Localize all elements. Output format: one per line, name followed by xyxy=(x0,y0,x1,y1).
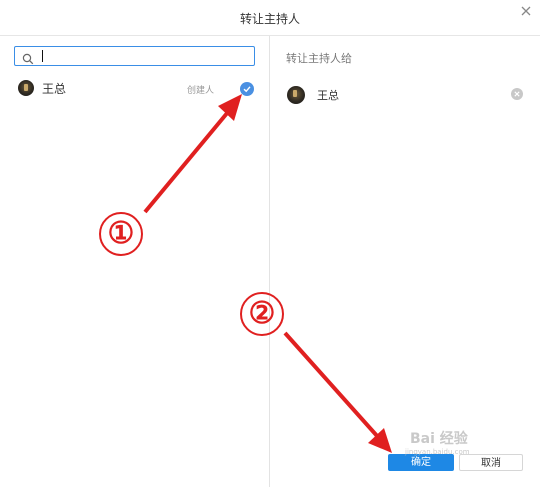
remove-icon[interactable] xyxy=(511,88,523,100)
dialog-titlebar: 转让主持人 xyxy=(0,0,540,36)
checkmark-icon[interactable] xyxy=(240,82,254,96)
selected-member-item: 王总 xyxy=(270,82,540,106)
avatar xyxy=(287,86,305,104)
confirm-button[interactable]: 确定 xyxy=(388,454,454,471)
search-input[interactable] xyxy=(41,48,246,64)
text-caret xyxy=(42,50,43,62)
search-icon xyxy=(22,50,34,65)
member-list-item[interactable]: 王总 创建人 xyxy=(0,76,269,98)
cancel-button[interactable]: 取消 xyxy=(459,454,523,471)
avatar xyxy=(18,80,34,96)
dialog-title: 转让主持人 xyxy=(239,12,300,26)
selected-member-name: 王总 xyxy=(317,89,339,102)
selected-pane: 转让主持人给 王总 xyxy=(269,36,540,487)
member-role-badge: 创建人 xyxy=(187,86,215,96)
member-list-pane: 王总 创建人 xyxy=(0,36,269,487)
close-icon[interactable] xyxy=(518,3,534,19)
selected-pane-header: 转让主持人给 xyxy=(286,52,352,65)
member-name: 王总 xyxy=(42,82,67,96)
transfer-host-dialog: 转让主持人 王总 创建人 转让主持人给 王总 确定 取消 xyxy=(0,0,540,487)
search-box[interactable] xyxy=(14,46,255,66)
